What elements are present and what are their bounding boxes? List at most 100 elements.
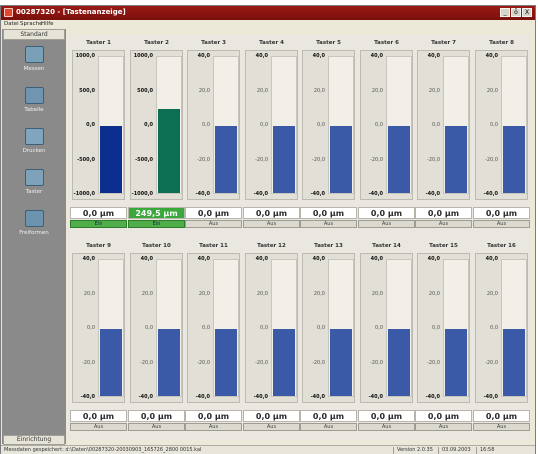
probe-toggle-button[interactable]: Aus <box>185 220 242 228</box>
gauge-tick-label: -40,0 <box>195 191 210 197</box>
gauge-tick-label: 40,0 <box>370 256 383 262</box>
gauge-track <box>156 56 182 194</box>
probe-panel: Taster 14 40,0 20,0 0,0 -20,0 -40,0 0,0 µm Aus <box>358 238 415 436</box>
sidebar-item-messen[interactable]: Messen <box>2 46 66 80</box>
gauge-tick-label: 20,0 <box>83 290 95 297</box>
gauge-tick-label: -40,0 <box>310 394 325 400</box>
gauge-track <box>386 56 412 194</box>
status-bar: Messdaten gespeichert: d:\Daten\00287320… <box>1 445 535 454</box>
gauge-tick-label: -40,0 <box>483 191 498 197</box>
gauge-tick-label: 1000,0 <box>75 53 95 59</box>
probe-toggle-button[interactable]: Aus <box>415 423 472 431</box>
menu-hilfe[interactable]: Hilfe <box>41 21 54 27</box>
gauge-track <box>443 56 469 194</box>
gauge-tick-label: -40,0 <box>138 394 153 400</box>
gauge-tick-label: 40,0 <box>312 53 325 59</box>
menu-sprache[interactable]: Sprache <box>20 21 43 27</box>
gauge-tick-label: 40,0 <box>312 256 325 262</box>
gauge-tick-label: -500,0 <box>77 156 95 163</box>
gauge-track <box>271 259 297 397</box>
gauge-bar <box>503 329 525 396</box>
gauge-track <box>156 259 182 397</box>
sidebar-group-einrichtung[interactable]: Einrichtung <box>3 435 65 445</box>
gauge-bar <box>445 329 467 396</box>
probe-name: Taster 7 <box>431 40 456 46</box>
gauge-track <box>501 56 527 194</box>
status-separator <box>476 447 477 454</box>
probe-toggle-button[interactable]: Aus <box>243 423 300 431</box>
probe-toggle-button[interactable]: Ein <box>70 220 127 228</box>
probe-panel: Taster 2 1000,0 500,0 0,0 -500,0 -1000,0 249,5… <box>128 35 185 233</box>
gauge-tick-label: -1000,0 <box>131 191 153 197</box>
gauge-tick-label: -20,0 <box>140 359 153 366</box>
probe-toggle-button[interactable]: Aus <box>473 220 530 228</box>
gauge-tick-label: 40,0 <box>255 53 268 59</box>
gauge-tick-label: 20,0 <box>313 87 325 94</box>
probe-toggle-button[interactable]: Aus <box>300 423 357 431</box>
sidebar-group-standard[interactable]: Standard <box>3 29 65 40</box>
gauge-tick-label: 20,0 <box>428 290 440 297</box>
probe-name: Taster 9 <box>86 243 111 249</box>
gauge-tick-label: -40,0 <box>253 191 268 197</box>
probe-readout: 0,0 µm <box>415 207 472 219</box>
gauge-tick-label: 40,0 <box>370 53 383 59</box>
status-time: 16:58 <box>480 447 495 453</box>
gauge-tick-label: -20,0 <box>485 359 498 366</box>
gauge-tick-label: 500,0 <box>79 87 95 94</box>
probe-readout: 0,0 µm <box>128 410 185 422</box>
probe-toggle-button[interactable]: Aus <box>128 423 185 431</box>
status-date: 03.09.2003 <box>442 447 471 453</box>
probe-toggle-button[interactable]: Ein <box>128 220 185 228</box>
sidebar-item-taster[interactable]: Taster <box>2 169 66 203</box>
gauge-tick-label: -40,0 <box>368 191 383 197</box>
close-button[interactable]: X <box>522 8 532 17</box>
gauge-tick-label: 0,0 <box>86 122 95 128</box>
probe-readout: 0,0 µm <box>473 207 530 219</box>
probe-gauge: 40,0 20,0 0,0 -20,0 -40,0 <box>302 50 355 200</box>
gauge-bar <box>273 329 295 396</box>
menu-datei[interactable]: Datei <box>4 21 19 27</box>
probe-readout: 0,0 µm <box>185 207 242 219</box>
gauge-tick-label: -40,0 <box>310 191 325 197</box>
minimize-button[interactable]: _ <box>500 8 510 17</box>
gauge-tick-label: 20,0 <box>198 87 210 94</box>
probe-panel: Taster 3 40,0 20,0 0,0 -20,0 -40,0 0,0 µm Aus <box>185 35 242 233</box>
gauge-tick-label: 0,0 <box>202 122 210 128</box>
probe-panel: Taster 11 40,0 20,0 0,0 -20,0 -40,0 0,0 µm Aus <box>185 238 242 436</box>
sidebar-item-tabelle[interactable]: Tabelle <box>2 87 66 121</box>
probe-name: Taster 6 <box>374 40 399 46</box>
gauge-tick-label: -40,0 <box>195 394 210 400</box>
sidebar-item-drucken[interactable]: Drucken <box>2 128 66 162</box>
probe-name: Taster 15 <box>429 243 458 249</box>
gauge-tick-label: 20,0 <box>486 290 498 297</box>
gauge-tick-label: -20,0 <box>485 156 498 163</box>
probe-toggle-button[interactable]: Aus <box>70 423 127 431</box>
gauge-tick-label: 0,0 <box>145 325 153 331</box>
probe-toggle-button[interactable]: Aus <box>358 423 415 431</box>
probe-toggle-button[interactable]: Aus <box>415 220 472 228</box>
gauge-tick-label: -20,0 <box>427 156 440 163</box>
probe-name: Taster 11 <box>199 243 228 249</box>
probe-gauge: 40,0 20,0 0,0 -20,0 -40,0 <box>417 50 470 200</box>
gauge-tick-label: 0,0 <box>87 325 95 331</box>
probe-panel: Taster 15 40,0 20,0 0,0 -20,0 -40,0 0,0 µm Aus <box>415 238 472 436</box>
gauge-tick-label: -40,0 <box>483 394 498 400</box>
main-window: 00287320 - [Tastenanzeige] _ ȱ X Datei S… <box>0 5 536 454</box>
probe-panel: Taster 9 40,0 20,0 0,0 -20,0 -40,0 0,0 µm Aus <box>70 238 127 436</box>
sidebar-item-freiformen[interactable]: Freiformen <box>2 210 66 244</box>
probe-gauge: 1000,0 500,0 0,0 -500,0 -1000,0 <box>130 50 183 200</box>
gauge-tick-label: 0,0 <box>490 325 498 331</box>
probe-toggle-button[interactable]: Aus <box>473 423 530 431</box>
probe-toggle-button[interactable]: Aus <box>358 220 415 228</box>
gauge-tick-label: -20,0 <box>427 359 440 366</box>
gauge-tick-label: 20,0 <box>371 290 383 297</box>
title-bar[interactable]: 00287320 - [Tastenanzeige] _ ȱ X <box>1 6 535 20</box>
status-message: Messdaten gespeichert: d:\Daten\00287320… <box>4 447 202 453</box>
probe-toggle-button[interactable]: Aus <box>300 220 357 228</box>
gauge-tick-label: -20,0 <box>312 359 325 366</box>
probe-toggle-button[interactable]: Aus <box>185 423 242 431</box>
probe-name: Taster 3 <box>201 40 226 46</box>
maximize-button[interactable]: ȱ <box>511 8 521 17</box>
probe-name: Taster 12 <box>257 243 286 249</box>
probe-toggle-button[interactable]: Aus <box>243 220 300 228</box>
